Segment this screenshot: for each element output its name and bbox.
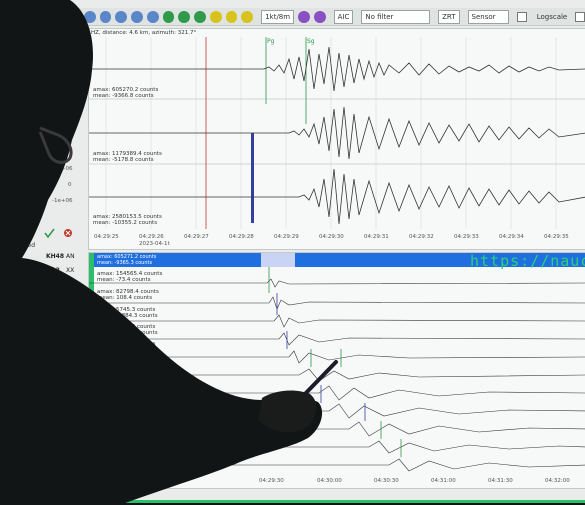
overview-waveforms [89, 278, 585, 472]
play-icon[interactable] [162, 10, 175, 23]
waveform-z [89, 46, 585, 92]
ov-time-tick: 04:32:00 [545, 478, 570, 484]
forward-icon[interactable] [178, 10, 191, 23]
time-tick: 04:29:25 [94, 234, 119, 240]
time-tick: 04:29:32 [409, 234, 434, 240]
waveform-e [89, 168, 585, 225]
zoomed-trace-plot: HZ, distance: 4.6 km, azimuth: 321.7° Pg… [89, 30, 585, 247]
save-icon[interactable] [83, 10, 96, 23]
print-icon[interactable] [99, 10, 112, 23]
filter-icon[interactable] [298, 10, 310, 23]
ov-trace2-mean: mean: -73.4 counts [97, 277, 151, 283]
reject-x-icon[interactable] [64, 229, 72, 237]
filter-select[interactable]: No filter [361, 9, 431, 24]
y-axis-labels: 2e+06 1e+06 0 -1e+06 Used KH48 AN VD2 XX [10, 28, 86, 488]
station-comp: AN [66, 253, 75, 260]
time-tick: 04:29:28 [229, 234, 254, 240]
y-tick: 1e+06 [54, 166, 73, 172]
station-code: KH48 [46, 253, 64, 260]
y-tick: 0 [68, 182, 72, 188]
y-tick: 2e+06 [54, 150, 73, 156]
zoom-fit-icon[interactable] [241, 10, 254, 23]
time-tick: 04:29:34 [499, 234, 524, 240]
date-label: 2023-04-1t [139, 241, 170, 247]
selection-window [261, 253, 295, 267]
ov-time-tick: 04:31:00 [431, 478, 456, 484]
sensor-select[interactable]: Sensor [467, 9, 509, 24]
time-tick: 04:29:26 [139, 234, 164, 240]
ov-trace4-mean: mean: -9884.3 counts [97, 313, 158, 319]
overlay-checkbox[interactable] [575, 11, 585, 22]
url-overlay: https://nauc [470, 252, 585, 270]
ov-time-tick: 04:31:30 [488, 478, 513, 484]
zoomed-trace-panel[interactable]: HZ, distance: 4.6 km, azimuth: 321.7° Pg… [88, 28, 585, 250]
ov-time-tick: 04:30:30 [374, 478, 399, 484]
waveform-n [89, 106, 585, 160]
y-tick: -1e+06 [52, 198, 73, 204]
rotation-select[interactable]: ZRT [438, 9, 460, 24]
trace1-mean: mean: -9366.8 counts [93, 93, 154, 99]
time-tick: 04:29:29 [274, 234, 299, 240]
amplitude-icon[interactable] [313, 10, 326, 23]
ov-trace5-mean: mean: -6710.0 counts [97, 330, 158, 336]
blue-pick-marker [251, 133, 254, 223]
logscale-checkbox[interactable] [516, 11, 527, 22]
zoom-out-icon[interactable] [225, 10, 238, 23]
time-tick: 04:29:33 [454, 234, 479, 240]
trace3-mean: mean: -10355.2 counts [93, 220, 157, 226]
logscale-label: Logscale [536, 12, 568, 21]
ov-time-tick: 04:29:30 [259, 478, 284, 484]
trace-separators [89, 98, 585, 165]
zoom-select[interactable]: 1kt/8m [261, 9, 295, 24]
open-icon[interactable] [68, 10, 80, 23]
station-info: HZ, distance: 4.6 km, azimuth: 321.7° [91, 30, 196, 36]
time-tick: 04:29:31 [364, 234, 389, 240]
step-icon[interactable] [194, 10, 206, 23]
seismic-toolbar: 1kt/8m AIC No filter ZRT Sensor Logscale [60, 8, 585, 26]
used-label: Used [20, 242, 35, 249]
station-comp: XX [66, 267, 74, 274]
accept-check-icon[interactable] [44, 228, 55, 239]
pg-pick-label: Pg [267, 38, 275, 45]
station-code: VD2 [46, 267, 60, 274]
phase-picks [268, 267, 402, 457]
active-station-bar [89, 253, 94, 488]
time-tick: 04:29:27 [184, 234, 209, 240]
help-icon[interactable] [131, 10, 143, 23]
zoom-in-icon[interactable] [209, 10, 222, 23]
ov-trace6-amax: amax: 6311.9 counts [97, 341, 155, 347]
sg-pick-label: Sg [307, 38, 315, 45]
refresh-icon[interactable] [146, 10, 159, 23]
time-tick: 04:29:35 [544, 234, 569, 240]
ov-trace1-mean: mean: -9365.3 counts [97, 260, 152, 266]
overview-trace-plot: amax: 605271.2 counts mean: -9365.3 coun… [89, 253, 585, 488]
settings-icon[interactable] [115, 10, 128, 23]
ov-trace3-mean: mean: 108.4 counts [97, 295, 152, 301]
component-select[interactable]: AIC [333, 9, 354, 24]
ov-time-tick: 04:30:00 [317, 478, 342, 484]
time-tick: 04:29:30 [319, 234, 344, 240]
trace2-mean: mean: -5178.8 counts [93, 157, 154, 163]
photo-scene: 1kt/8m AIC No filter ZRT Sensor Logscale… [0, 0, 585, 505]
station-overview-panel[interactable]: amax: 605271.2 counts mean: -9365.3 coun… [88, 252, 585, 489]
